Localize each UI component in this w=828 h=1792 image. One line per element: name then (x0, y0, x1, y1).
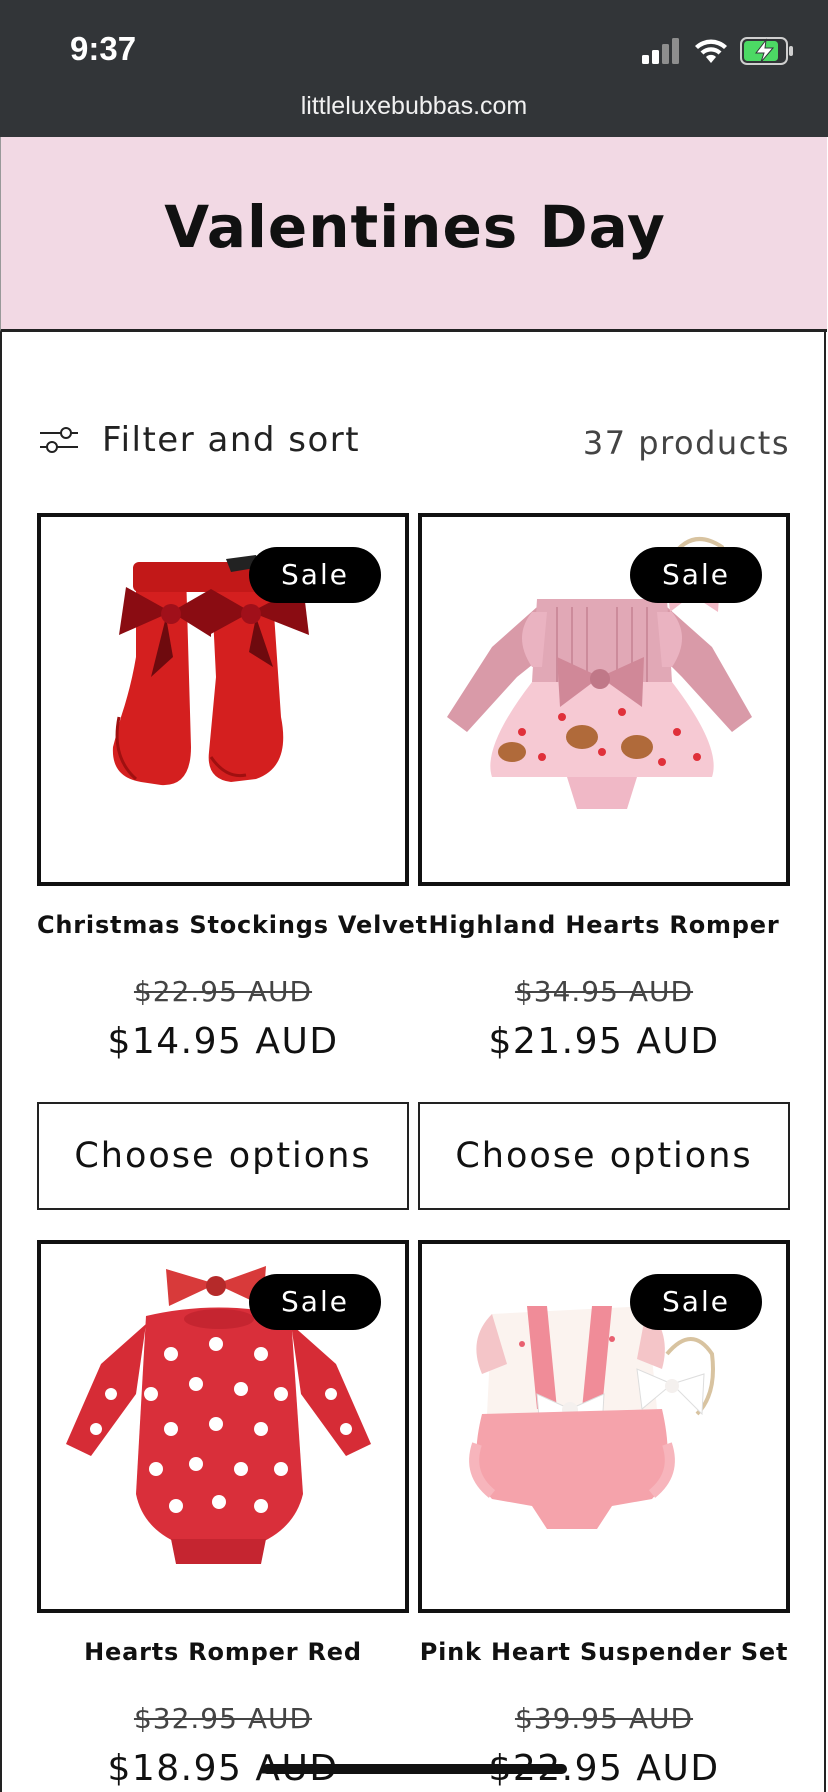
collection-title: Valentines Day (164, 193, 666, 261)
sale-price: $14.95 AUD (107, 1021, 339, 1062)
product-image-link[interactable]: Sale (418, 513, 790, 886)
product-image-link[interactable]: Sale (37, 513, 409, 886)
sliders-icon (40, 427, 78, 453)
regular-price: $22.95 AUD (133, 975, 313, 1008)
regular-price: $34.95 AUD (514, 975, 694, 1008)
signal-icon (642, 38, 679, 64)
sale-badge: Sale (630, 1274, 762, 1330)
product-image-link[interactable]: Sale (418, 1240, 790, 1613)
home-indicator (262, 1764, 567, 1774)
product-title[interactable]: Pink Heart Suspender Set (418, 1638, 790, 1666)
product-count: 37 products (582, 424, 790, 462)
product-title[interactable]: Hearts Romper Red (37, 1638, 409, 1666)
filter-and-sort-button[interactable]: Filter and sort (40, 420, 360, 460)
status-time: 9:37 (70, 30, 137, 67)
product-title[interactable]: Christmas Stockings Velvet (37, 911, 427, 939)
sale-badge: Sale (249, 1274, 381, 1330)
browser-status-bar: 9:37 littleluxebubbas.com (0, 0, 828, 137)
product-title[interactable]: Highland Hearts Romper (418, 911, 790, 939)
filter-and-sort-label: Filter and sort (102, 420, 361, 460)
regular-price: $39.95 AUD (514, 1702, 694, 1735)
sale-badge: Sale (630, 547, 762, 603)
wifi-icon (695, 39, 727, 63)
sale-badge: Sale (249, 547, 381, 603)
battery-charging-icon (740, 37, 793, 65)
regular-price: $32.95 AUD (133, 1702, 313, 1735)
sale-price: $21.95 AUD (488, 1021, 720, 1062)
product-image-link[interactable]: Sale (37, 1240, 409, 1613)
address-bar-url[interactable]: littleluxebubbas.com (0, 92, 828, 121)
facets-toolbar: Filter and sort 37 products (40, 420, 790, 470)
status-icons (642, 34, 794, 68)
choose-options-button[interactable]: Choose options (37, 1102, 409, 1210)
collection-banner: Valentines Day (0, 137, 827, 332)
choose-options-button[interactable]: Choose options (418, 1102, 790, 1210)
